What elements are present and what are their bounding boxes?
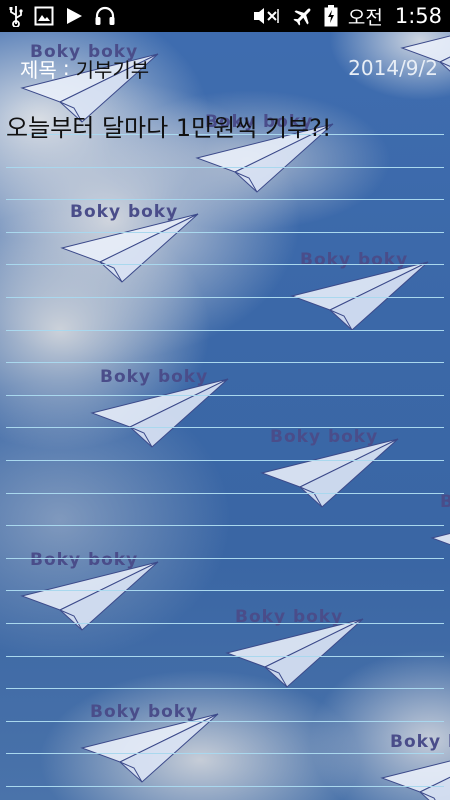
memo-title[interactable]: 제목 : 기부기부 <box>20 54 149 83</box>
play-icon <box>64 5 84 27</box>
airplane-mode-icon <box>292 5 314 27</box>
ruled-line <box>6 264 444 265</box>
mute-icon <box>252 5 282 27</box>
ruled-line <box>6 199 444 200</box>
memo-date: 2014/9/2 <box>348 56 438 80</box>
ruled-line <box>6 167 444 168</box>
ruled-line <box>6 525 444 526</box>
memo-screen: Boky boky Boky boky Boky boky Boky boky Boky… <box>0 0 450 800</box>
ruled-line <box>6 623 444 624</box>
title-value: 기부기부 <box>75 57 150 82</box>
memo-header: 제목 : 기부기부 2014/9/2 <box>20 52 438 84</box>
ruled-line <box>6 460 444 461</box>
ruled-line <box>6 395 444 396</box>
battery-charging-icon <box>324 5 338 27</box>
status-bar: 오전 1:58 <box>0 0 450 32</box>
ruled-line <box>6 590 444 591</box>
headset-icon <box>94 5 116 27</box>
ruled-line <box>6 688 444 689</box>
ruled-line <box>6 427 444 428</box>
ruled-line <box>6 297 444 298</box>
ruled-line <box>6 558 444 559</box>
ruled-line <box>6 493 444 494</box>
ruled-line <box>6 330 444 331</box>
image-icon <box>34 5 54 27</box>
clock-time: 1:58 <box>394 4 442 28</box>
memo-body-text[interactable]: 오늘부터 달마다 1만원씩 기부?! <box>6 108 331 143</box>
usb-icon <box>8 5 24 27</box>
ruled-line <box>6 232 444 233</box>
title-separator: : <box>62 56 70 80</box>
ruled-line <box>6 656 444 657</box>
ruled-line <box>6 721 444 722</box>
ruled-line <box>6 753 444 754</box>
ruled-line <box>6 362 444 363</box>
ruled-line <box>6 786 444 787</box>
clock-ampm: 오전 <box>347 6 383 29</box>
title-label: 제목 <box>20 57 57 82</box>
